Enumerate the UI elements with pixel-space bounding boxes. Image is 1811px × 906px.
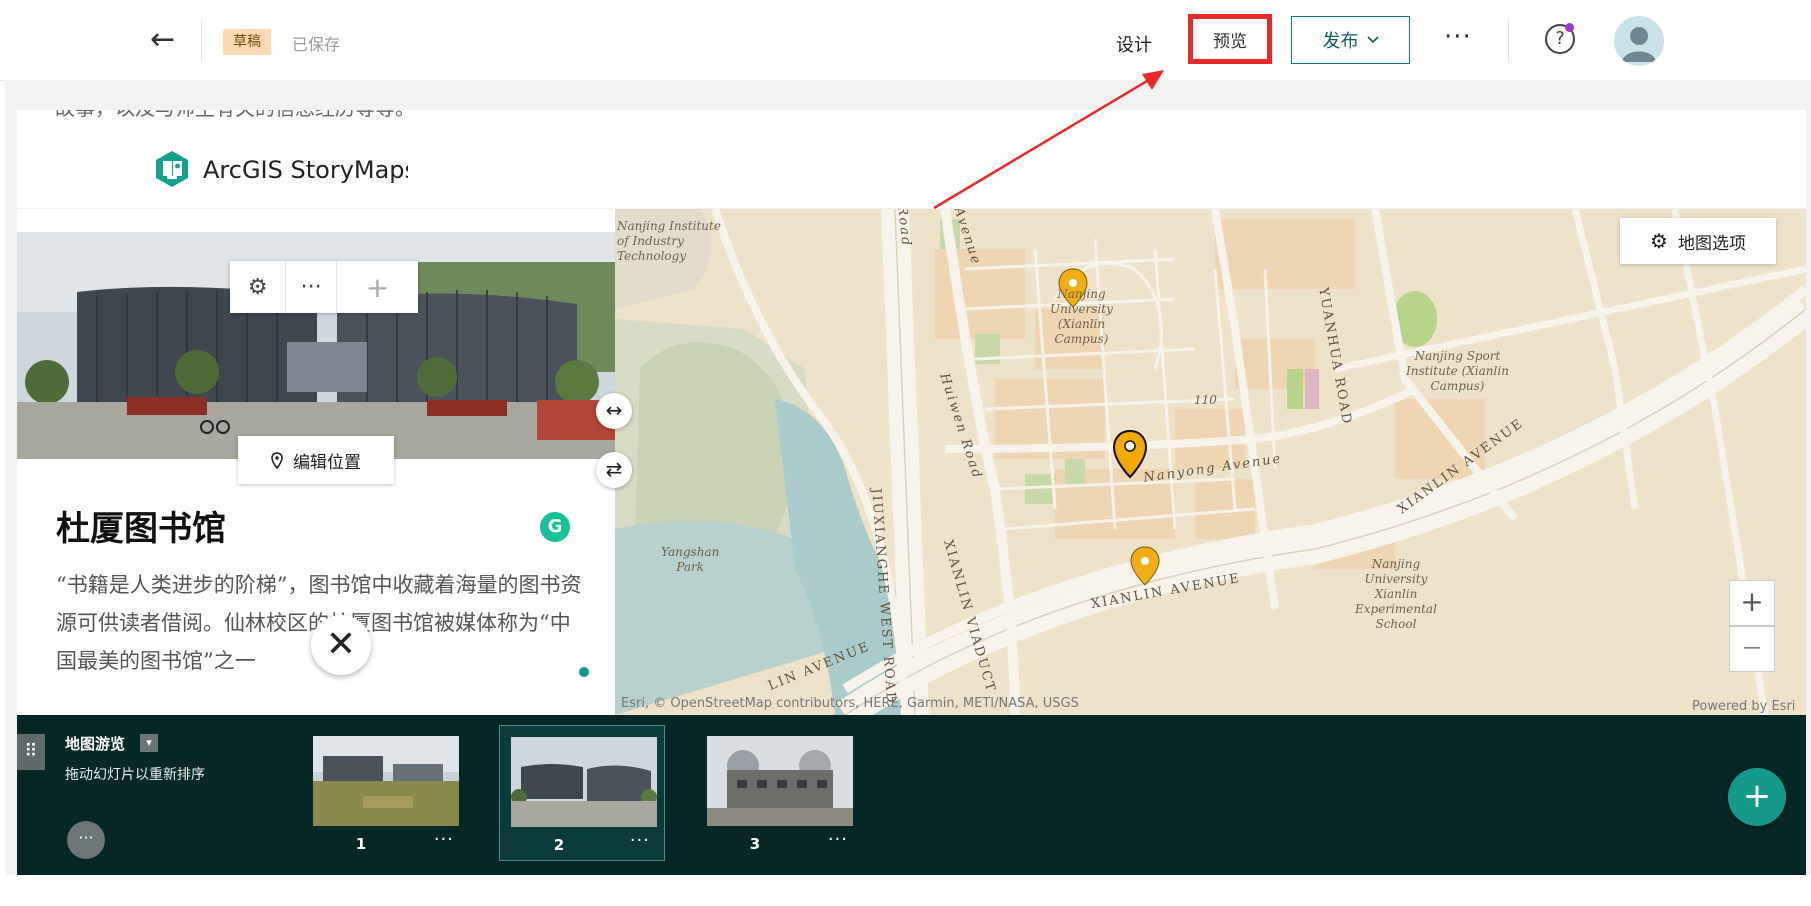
chevron-down-icon[interactable]: ▾: [140, 734, 158, 752]
powered-by-esri[interactable]: Powered by Esri: [1692, 699, 1795, 714]
publish-label: 发布: [1322, 31, 1359, 52]
top-bar: ← 草稿 已保存 设计 预览 发布 ··· ?: [0, 0, 1811, 81]
slide-image: [511, 737, 657, 827]
bottom-strip: [0, 875, 1811, 906]
story-intro: 故事，以及与师生有关的信息经历等等。 ArcGIS StoryMaps: [17, 110, 1806, 208]
preview-label: 预览: [1213, 31, 1247, 52]
save-status: 已保存: [292, 35, 341, 54]
grammar-icon[interactable]: G: [540, 512, 570, 542]
place-label: Nanjing University (Xianlin Campus): [1050, 287, 1113, 346]
avatar[interactable]: [1614, 16, 1664, 66]
map-tour-bar: ⠿ 地图游览 ▾ 拖动幻灯片以重新排序 ··· 1 ··· 2 ··· 3 ··…: [17, 715, 1806, 875]
notification-dot: [1565, 23, 1574, 32]
annotation-arrow: [933, 70, 1164, 210]
slide-thumbnail[interactable]: 1 ···: [302, 725, 468, 861]
publish-button[interactable]: 发布: [1291, 16, 1410, 64]
slide-more-button[interactable]: ···: [630, 830, 650, 851]
media-more-button[interactable]: ···: [286, 261, 337, 313]
media-toolbar: ⚙ ··· +: [230, 261, 418, 313]
status-dot: [579, 667, 589, 677]
map-options-button[interactable]: ⚙ 地图选项: [1620, 218, 1776, 264]
slide-title[interactable]: 杜厦图书馆: [56, 501, 226, 550]
user-icon: [1622, 27, 1656, 62]
slide-number: 1: [355, 835, 367, 853]
resize-panel-button[interactable]: ↔: [596, 393, 632, 429]
reorder-hint: 拖动幻灯片以重新排序: [65, 767, 205, 783]
location-pin-icon: [271, 451, 283, 469]
intro-text: 故事，以及与师生有关的信息经历等等。: [55, 110, 415, 121]
slide-number: 3: [749, 835, 761, 853]
place-label: Nanjing Institute of Industry Technology: [617, 219, 721, 263]
slide-panel: ⚙ ··· + 编辑位置 杜厦图书馆 G “书籍是人类进步的阶梯”，图书馆中收藏…: [17, 209, 615, 715]
chevron-down-icon: [1366, 36, 1379, 44]
close-button[interactable]: ✕: [311, 615, 371, 675]
slide-thumbnail[interactable]: 3 ···: [696, 725, 862, 861]
preview-button[interactable]: 预览: [1188, 14, 1272, 64]
settings-gear-icon[interactable]: ⚙: [230, 261, 287, 313]
brand-name: ArcGIS StoryMaps: [203, 156, 408, 184]
draft-badge: 草稿: [223, 29, 271, 55]
tour-more-button[interactable]: ···: [67, 821, 105, 859]
slide-image: [313, 736, 459, 826]
slide-image: [707, 736, 853, 826]
place-label: Nanjing Sport Institute (Xianlin Campus): [1406, 349, 1509, 393]
slide-more-button[interactable]: ···: [828, 829, 848, 850]
slide-number: 2: [553, 836, 565, 854]
swap-panel-button[interactable]: ⇄: [596, 452, 632, 488]
map-attribution: Esri, © OpenStreetMap contributors, HERE…: [621, 696, 1079, 711]
map-options-label: 地图选项: [1677, 233, 1746, 254]
slide-more-button[interactable]: ···: [434, 829, 454, 850]
place-label: Yangshan Park: [661, 545, 720, 574]
gear-icon: ⚙: [1650, 229, 1668, 253]
divider: [1508, 20, 1509, 62]
design-tab[interactable]: 设计: [1116, 31, 1152, 57]
storymaps-logo-icon: [156, 151, 188, 187]
divider: [201, 20, 202, 62]
zoom-in-button[interactable]: +: [1729, 580, 1775, 626]
slide-thumbnail-active[interactable]: 2 ···: [499, 725, 665, 861]
place-label: 110: [1194, 393, 1217, 407]
edit-location-button[interactable]: 编辑位置: [238, 436, 394, 484]
add-slide-button[interactable]: +: [1728, 768, 1786, 826]
drag-handle-icon[interactable]: ⠿: [17, 734, 45, 770]
map-view[interactable]: Nanjing Institute of Industry Technology N…: [615, 209, 1806, 715]
place-label: Nanjing University Xianlin Experimental Scho…: [1355, 557, 1437, 631]
back-button[interactable]: ←: [150, 22, 175, 58]
more-options-button[interactable]: ···: [1444, 22, 1472, 52]
zoom-out-button[interactable]: —: [1729, 626, 1775, 672]
edit-location-label: 编辑位置: [293, 452, 361, 473]
map-tour-title: 地图游览: [65, 735, 126, 753]
add-media-button[interactable]: +: [337, 261, 418, 313]
